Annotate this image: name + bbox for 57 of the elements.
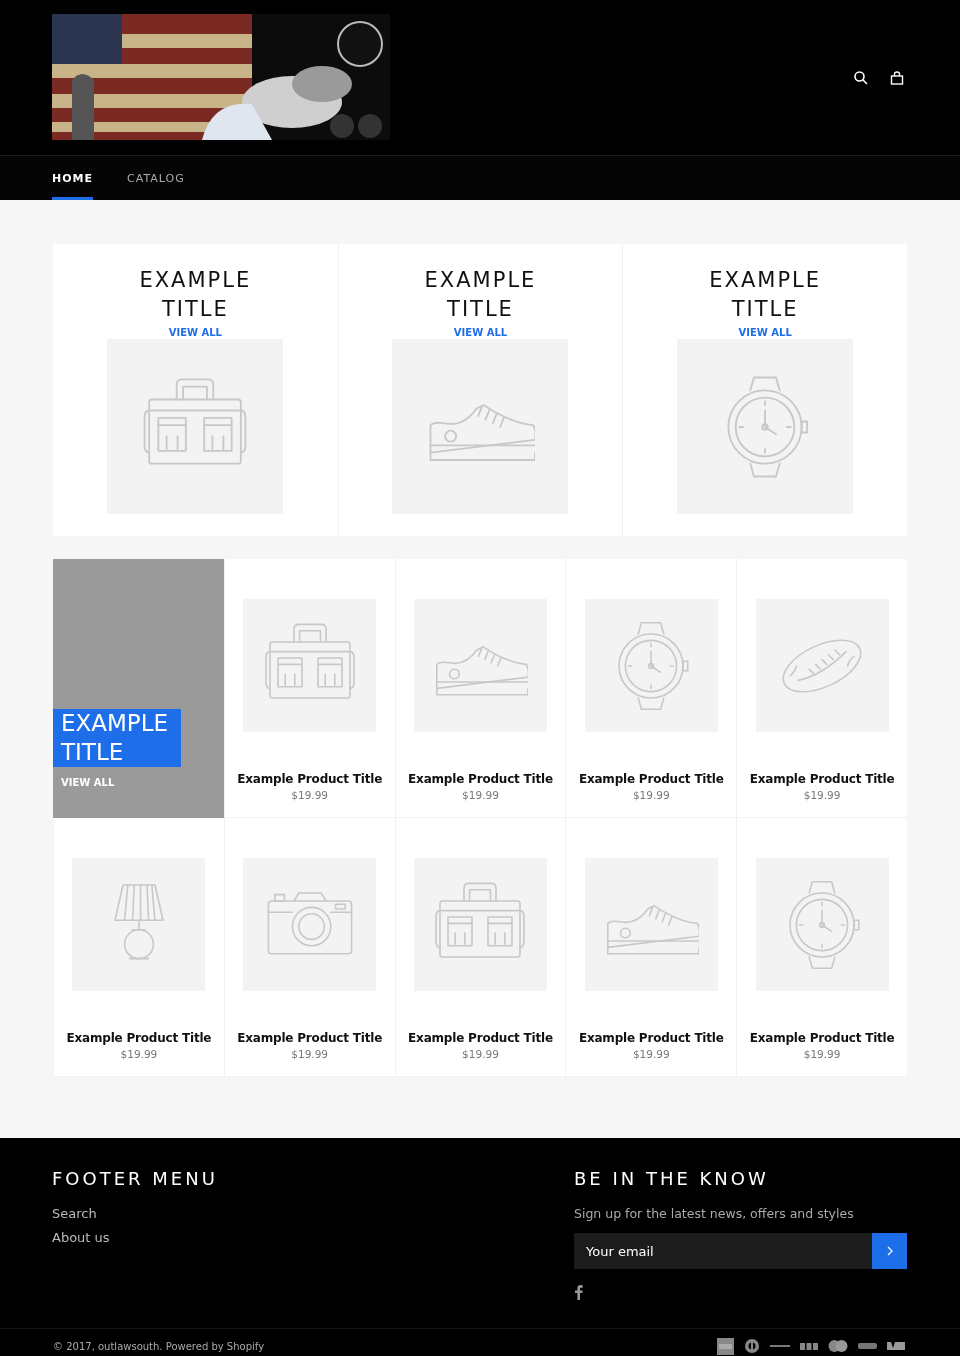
product-price: $19.99: [462, 1048, 499, 1060]
product-title[interactable]: Example Product Title: [408, 772, 553, 786]
payment-card-icon: [887, 1342, 905, 1350]
product-price: $19.99: [803, 789, 841, 801]
shopping-bag-icon[interactable]: [890, 70, 904, 85]
product-price: $19.99: [291, 1048, 329, 1060]
product-price: $19.99: [632, 1048, 670, 1060]
view-all-link[interactable]: VIEW ALL: [168, 327, 222, 339]
image-placeholder[interactable]: [584, 599, 718, 732]
collection-title: EXAMPLE TITLE: [708, 267, 823, 323]
image-placeholder[interactable]: [584, 858, 718, 991]
product-title[interactable]: Example Product Title: [578, 772, 724, 786]
footer-heading: BE IN THE KNOW: [574, 1168, 770, 1189]
image-placeholder[interactable]: [755, 599, 889, 732]
chevron-right-icon: [886, 1246, 893, 1256]
facebook-icon[interactable]: [574, 1285, 583, 1300]
payment-card-icon: [828, 1340, 848, 1352]
product-title[interactable]: Example Product Title: [749, 772, 895, 786]
payment-card-icon: [717, 1337, 734, 1355]
product-title[interactable]: Example Product Title: [578, 1031, 724, 1045]
footer-link[interactable]: About us: [52, 1230, 574, 1245]
nav-link[interactable]: HOME: [52, 156, 94, 200]
payment-card-icon: [800, 1342, 818, 1350]
image-placeholder[interactable]: [414, 599, 547, 732]
footer-link[interactable]: Search: [52, 1206, 574, 1221]
product-title[interactable]: Example Product Title: [237, 772, 383, 786]
newsletter-text: Sign up for the latest news, offers and styles: [574, 1206, 855, 1221]
payment-card-icon: [858, 1343, 877, 1349]
search-icon[interactable]: [854, 70, 868, 85]
featured-collection-card[interactable]: EXAMPLE TITLE VIEW ALL: [53, 559, 224, 818]
product-price: $19.99: [120, 1048, 158, 1060]
product-price: $19.99: [462, 789, 499, 801]
image-placeholder[interactable]: [677, 339, 854, 514]
nav-link[interactable]: CATALOG: [127, 156, 185, 200]
product-title[interactable]: Example Product Title: [237, 1031, 383, 1045]
image-placeholder[interactable]: [107, 339, 284, 514]
copyright-text: © 2017, outlawsouth. Powered by Shopify: [53, 1340, 265, 1352]
collection-title: EXAMPLE TITLE: [53, 709, 181, 767]
product-price: $19.99: [803, 1048, 841, 1060]
view-all-link[interactable]: VIEW ALL: [453, 327, 508, 339]
view-all-link[interactable]: VIEW ALL: [738, 327, 792, 339]
product-title[interactable]: Example Product Title: [408, 1031, 553, 1045]
image-placeholder[interactable]: [243, 858, 377, 991]
product-price: $19.99: [291, 789, 329, 801]
subscribe-button[interactable]: [872, 1233, 907, 1269]
product-title[interactable]: Example Product Title: [749, 1031, 895, 1045]
product-title[interactable]: Example Product Title: [66, 1031, 212, 1045]
image-placeholder[interactable]: [755, 858, 889, 991]
image-placeholder[interactable]: [392, 339, 569, 514]
collection-title: EXAMPLE TITLE: [423, 267, 538, 323]
email-field[interactable]: Your email: [574, 1233, 872, 1269]
collection-title: EXAMPLE TITLE: [138, 267, 253, 323]
product-price: $19.99: [632, 789, 670, 801]
image-placeholder[interactable]: [243, 599, 377, 732]
image-placeholder[interactable]: [72, 858, 206, 991]
footer-heading: FOOTER MENU: [52, 1168, 219, 1189]
image-placeholder[interactable]: [414, 858, 547, 991]
